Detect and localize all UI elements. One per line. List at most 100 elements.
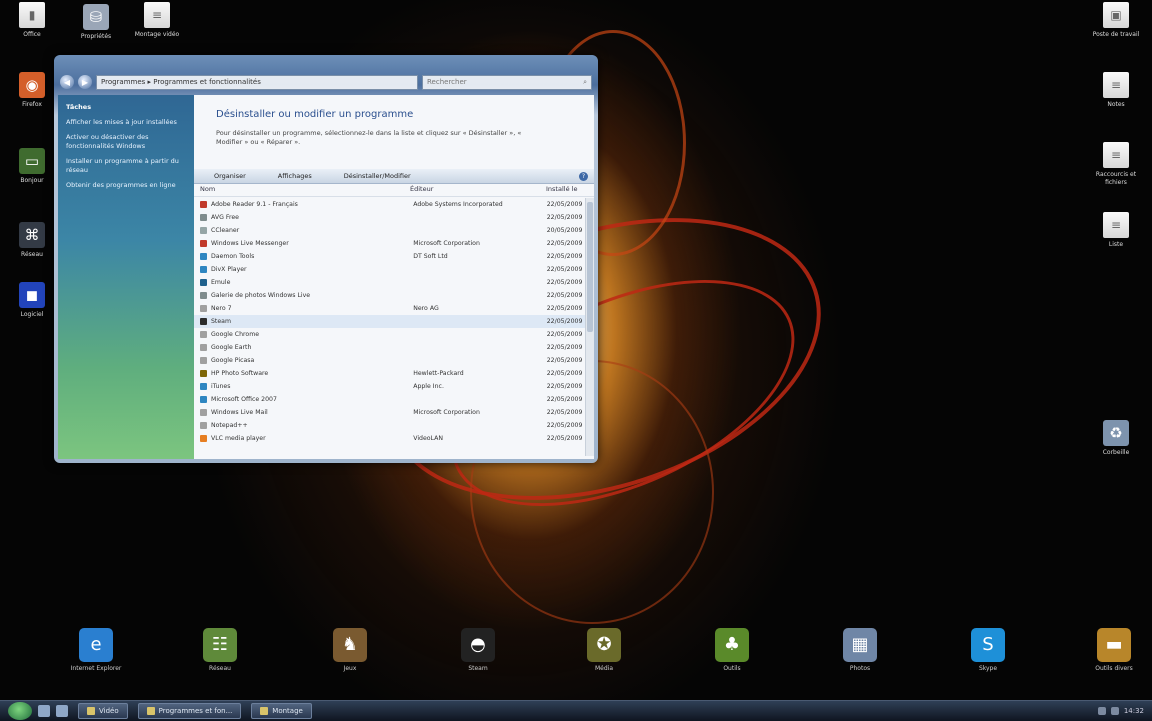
desktop-shortcut[interactable]: ≡ Montage vidéo: [127, 2, 187, 39]
program-name: Windows Live Messenger: [211, 240, 289, 247]
program-icon: [200, 357, 207, 364]
program-row[interactable]: iTunes Apple Inc. 22/05/2009: [194, 380, 586, 393]
program-name: CCleaner: [211, 227, 240, 234]
desktop-shortcut[interactable]: ▣ Poste de travail: [1086, 2, 1146, 39]
page-description: Pour désinstaller un programme, sélectio…: [216, 129, 522, 146]
sidebar-link-updates[interactable]: Afficher les mises à jour installées: [66, 118, 186, 127]
photos-icon: ▦: [843, 628, 877, 662]
desktop-shortcut[interactable]: ♣ Outils: [700, 628, 764, 673]
program-name: DivX Player: [211, 266, 247, 273]
desktop-shortcut[interactable]: ☷ Réseau: [188, 628, 252, 673]
taskbar-button-video[interactable]: Vidéo: [78, 703, 128, 719]
program-row[interactable]: Windows Live Messenger Microsoft Corporat…: [194, 237, 586, 250]
organize-button[interactable]: Organiser: [194, 172, 258, 180]
sidebar-link-features[interactable]: Activer ou désactiver des fonctionnalité…: [66, 133, 186, 151]
desktop-shortcut[interactable]: ≡ Raccourcis et fichiers: [1086, 142, 1146, 187]
network-icon[interactable]: [1097, 707, 1106, 715]
program-row[interactable]: Daemon Tools DT Soft Ltd 22/05/2009: [194, 250, 586, 263]
program-row[interactable]: HP Photo Software Hewlett-Packard 22/05/20…: [194, 367, 586, 380]
program-publisher: Adobe Systems Incorporated: [413, 201, 503, 208]
program-row[interactable]: Nero 7 Nero AG 22/05/2009: [194, 302, 586, 315]
programs-window[interactable]: ◀ ▶ Programmes ▸ Programmes et fonctionn…: [54, 55, 598, 463]
program-row[interactable]: CCleaner 20/05/2009: [194, 224, 586, 237]
column-date[interactable]: Installé le: [546, 185, 586, 196]
desktop-shortcut[interactable]: e Internet Explorer: [64, 628, 128, 673]
desktop-shortcut[interactable]: ◓ Steam: [446, 628, 510, 673]
forward-icon[interactable]: ▶: [78, 75, 92, 89]
views-button[interactable]: Affichages: [258, 172, 324, 180]
desktop-shortcut[interactable]: ◼ Logiciel: [2, 282, 62, 319]
search-input[interactable]: Rechercher ⌕: [422, 74, 592, 90]
shortcut-label: Internet Explorer: [70, 665, 122, 672]
column-publisher[interactable]: Éditeur: [410, 185, 546, 196]
desktop-shortcut[interactable]: S Skype: [956, 628, 1020, 673]
program-row[interactable]: Emule 22/05/2009: [194, 276, 586, 289]
desktop-shortcut[interactable]: ♞ Jeux: [318, 628, 382, 673]
program-row[interactable]: Adobe Reader 9.1 - Français Adobe Systems…: [194, 198, 586, 211]
taskbar-button-programs[interactable]: Programmes et fon...: [137, 703, 242, 719]
program-row[interactable]: Google Earth 22/05/2009: [194, 341, 586, 354]
desktop-shortcut[interactable]: ▮ Office: [2, 2, 62, 39]
toolbar: Organiser Affichages Désinstaller/Modifi…: [194, 169, 594, 184]
sidebar-link-network-install[interactable]: Installer un programme à partir du résea…: [66, 157, 186, 175]
program-publisher: Apple Inc.: [413, 383, 444, 390]
app-icon: [260, 707, 269, 715]
program-name: iTunes: [211, 383, 231, 390]
program-icon: [200, 279, 207, 286]
program-name: Steam: [211, 318, 231, 325]
taskbar-button-montage[interactable]: Montage: [251, 703, 312, 719]
program-date: 22/05/2009: [546, 409, 583, 416]
back-icon[interactable]: ◀: [60, 75, 74, 89]
address-field[interactable]: Programmes ▸ Programmes et fonctionnalit…: [96, 74, 418, 90]
desktop-shortcut[interactable]: ⛁ Propriétés: [66, 4, 126, 41]
scrollbar[interactable]: [585, 198, 594, 456]
desktop-shortcut[interactable]: ▭ Bonjour: [2, 148, 62, 185]
folder-icon: ⛁: [83, 4, 109, 30]
shortcut-label: Poste de travail: [1092, 31, 1140, 38]
desktop-shortcut[interactable]: ✪ Média: [572, 628, 636, 673]
desktop-shortcut[interactable]: ⌘ Réseau: [2, 222, 62, 259]
program-row[interactable]: Windows Live Mail Microsoft Corporation 22…: [194, 406, 586, 419]
list-header: Nom Éditeur Installé le: [194, 185, 594, 197]
shortcut-label: Jeux: [343, 665, 357, 672]
program-row[interactable]: AVG Free 22/05/2009: [194, 211, 586, 224]
internet-explorer-icon: e: [79, 628, 113, 662]
program-row[interactable]: Microsoft Office 2007 22/05/2009: [194, 393, 586, 406]
taskbar: Vidéo Programmes et fon... Montage 14:32: [0, 700, 1152, 721]
switch-windows-icon[interactable]: [56, 705, 68, 717]
program-row[interactable]: Google Chrome 22/05/2009: [194, 328, 586, 341]
program-row[interactable]: DivX Player 22/05/2009: [194, 263, 586, 276]
program-row[interactable]: Steam 22/05/2009: [194, 315, 586, 328]
desktop-shortcut[interactable]: ▬ Outils divers: [1082, 628, 1146, 673]
desktop-shortcut[interactable]: ≡ Notes: [1086, 72, 1146, 109]
desktop-shortcut[interactable]: ▦ Photos: [828, 628, 892, 673]
program-name: Nero 7: [211, 305, 232, 312]
search-icon[interactable]: ⌕: [583, 78, 587, 87]
android-icon: ♣: [715, 628, 749, 662]
desktop-shortcut[interactable]: ◉ Firefox: [2, 72, 62, 109]
shortcut-label: Bonjour: [20, 177, 44, 184]
column-name[interactable]: Nom: [194, 185, 410, 196]
desktop-shortcut[interactable]: ≡ Liste: [1086, 212, 1146, 249]
steam-icon: ◓: [461, 628, 495, 662]
desktop-shortcut[interactable]: ♻ Corbeille: [1086, 420, 1146, 457]
program-icon: [200, 266, 207, 273]
start-button[interactable]: [8, 702, 32, 720]
scrollbar-thumb[interactable]: [587, 202, 593, 332]
program-date: 22/05/2009: [546, 253, 583, 260]
program-list: Adobe Reader 9.1 - Français Adobe Systems…: [194, 198, 586, 445]
show-desktop-icon[interactable]: [38, 705, 50, 717]
volume-icon[interactable]: [1110, 707, 1119, 715]
help-icon[interactable]: ?: [579, 171, 588, 181]
uninstall-button[interactable]: Désinstaller/Modifier: [324, 172, 423, 180]
shortcut-label: Raccourcis et fichiers: [1095, 171, 1137, 186]
program-row[interactable]: VLC media player VideoLAN 22/05/2009: [194, 432, 586, 445]
program-row[interactable]: Notepad++ 22/05/2009: [194, 419, 586, 432]
program-name: Google Chrome: [211, 331, 260, 338]
sidebar-link-online[interactable]: Obtenir des programmes en ligne: [66, 181, 186, 190]
program-row[interactable]: Google Picasa 22/05/2009: [194, 354, 586, 367]
document-icon: ≡: [1103, 142, 1129, 168]
program-row[interactable]: Galerie de photos Windows Live 22/05/2009: [194, 289, 586, 302]
program-icon: [200, 292, 207, 299]
clock[interactable]: 14:32: [1124, 707, 1144, 715]
